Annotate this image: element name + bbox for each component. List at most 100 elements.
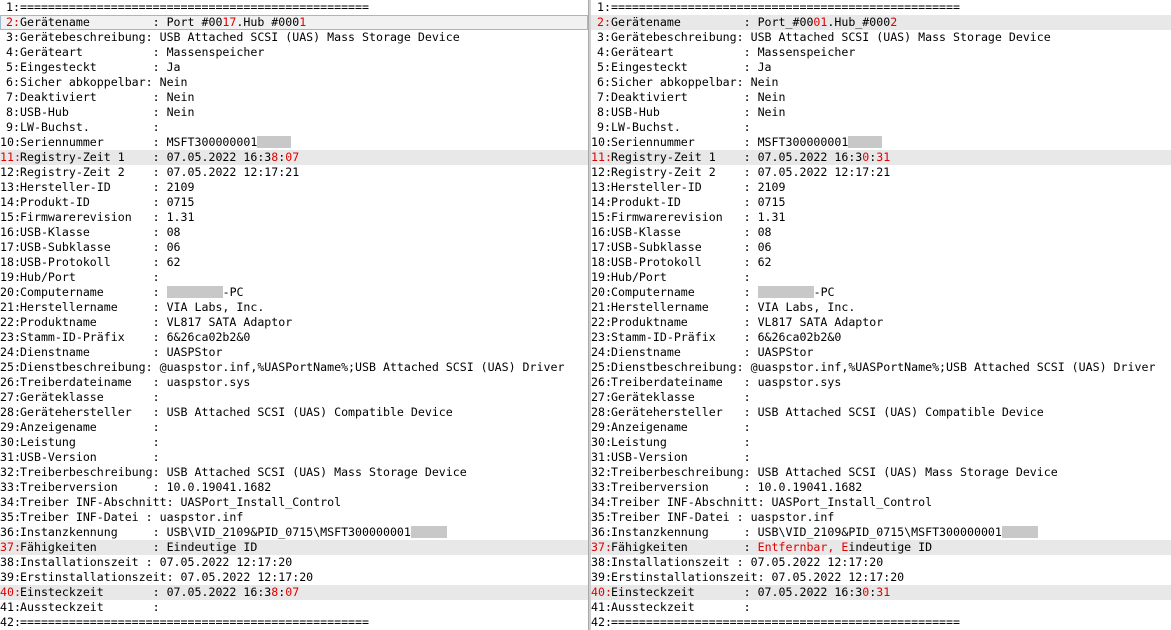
text-line[interactable]: 4:Geräteart : Massenspeicher <box>591 45 1171 60</box>
right-compare-pane[interactable]: 1:======================================… <box>591 0 1171 630</box>
line-number: 15: <box>591 210 612 224</box>
text-line[interactable]: 9:LW-Buchst. : <box>591 120 1171 135</box>
text-line[interactable]: 26:Treiberdateiname : uaspstor.sys <box>591 375 1171 390</box>
text-line[interactable]: 3:Gerätebeschreibung: USB Attached SCSI … <box>591 30 1171 45</box>
text-line[interactable]: 33:Treiberversion : 10.0.19041.1682 <box>0 480 588 495</box>
text-line[interactable]: 8:USB-Hub : Nein <box>591 105 1171 120</box>
text-line[interactable]: 29:Anzeigename : <box>591 420 1171 435</box>
line-text: Dienstbeschreibung: @uaspstor.inf,%UASPo… <box>20 360 565 374</box>
text-line[interactable]: 21:Herstellername : VIA Labs, Inc. <box>0 300 588 315</box>
text-line[interactable]: 40:Einsteckzeit : 07.05.2022 16:30:31 <box>591 585 1171 600</box>
line-number: 16: <box>591 225 612 239</box>
text-line[interactable]: 22:Produktname : VL817 SATA Adaptor <box>0 315 588 330</box>
text-line[interactable]: 42:=====================================… <box>591 615 1171 630</box>
diff-highlight: 17 <box>222 15 237 29</box>
text-line[interactable]: 36:Instanzkennung : USB\VID_2109&PID_071… <box>591 525 1171 540</box>
line-text: Leistung : <box>20 435 160 449</box>
text-line[interactable]: 9:LW-Buchst. : <box>0 120 588 135</box>
text-line[interactable]: 39:Erstinstallationszeit: 07.05.2022 12:… <box>591 570 1171 585</box>
text-line[interactable]: 13:Hersteller-ID : 2109 <box>0 180 588 195</box>
text-line[interactable]: 17:USB-Subklasse : 06 <box>0 240 588 255</box>
text-line[interactable]: 4:Geräteart : Massenspeicher <box>0 45 588 60</box>
text-line[interactable]: 2:Gerätename : Port #0017.Hub #0001 <box>0 15 588 30</box>
text-line[interactable]: 31:USB-Version : <box>591 450 1171 465</box>
text-line[interactable]: 23:Stamm-ID-Präfix : 6&26ca02b2&0 <box>591 330 1171 345</box>
text-line[interactable]: 11:Registry-Zeit 1 : 07.05.2022 16:38:07 <box>0 150 588 165</box>
line-number: 42: <box>0 615 21 629</box>
text-line[interactable]: 20:Computername : -PC <box>0 285 588 300</box>
text-line[interactable]: 37:Fähigkeiten : Entfernbar, Eindeutige … <box>591 540 1171 555</box>
line-number: 18: <box>0 255 21 269</box>
redacted-value <box>848 136 883 148</box>
text-line[interactable]: 12:Registry-Zeit 2 : 07.05.2022 12:17:21 <box>591 165 1171 180</box>
text-line[interactable]: 17:USB-Subklasse : 06 <box>591 240 1171 255</box>
text-line[interactable]: 24:Dienstname : UASPStor <box>0 345 588 360</box>
line-text: USB-Protokoll : 62 <box>20 255 181 269</box>
redacted-value <box>257 136 292 148</box>
text-line[interactable]: 18:USB-Protokoll : 62 <box>591 255 1171 270</box>
text-line[interactable]: 2:Gerätename : Port_#0001.Hub_#0002 <box>591 15 1171 30</box>
text-line[interactable]: 39:Erstinstallationszeit: 07.05.2022 12:… <box>0 570 588 585</box>
text-line[interactable]: 15:Firmwarerevision : 1.31 <box>591 210 1171 225</box>
text-line[interactable]: 41:Aussteckzeit : <box>0 600 588 615</box>
text-line[interactable]: 35:Treiber INF-Datei : uaspstor.inf <box>0 510 588 525</box>
text-line[interactable]: 19:Hub/Port : <box>0 270 588 285</box>
left-compare-pane[interactable]: 1:======================================… <box>0 0 588 630</box>
text-line[interactable]: 5:Eingesteckt : Ja <box>0 60 588 75</box>
text-line[interactable]: 37:Fähigkeiten : Eindeutige ID <box>0 540 588 555</box>
text-line[interactable]: 38:Installationszeit : 07.05.2022 12:17:… <box>0 555 588 570</box>
text-line[interactable]: 32:Treiberbeschreibung: USB Attached SCS… <box>0 465 588 480</box>
text-line[interactable]: 25:Dienstbeschreibung: @uaspstor.inf,%UA… <box>0 360 588 375</box>
text-line[interactable]: 40:Einsteckzeit : 07.05.2022 16:38:07 <box>0 585 588 600</box>
text-line[interactable]: 33:Treiberversion : 10.0.19041.1682 <box>591 480 1171 495</box>
text-line[interactable]: 13:Hersteller-ID : 2109 <box>591 180 1171 195</box>
text-line[interactable]: 28:Gerätehersteller : USB Attached SCSI … <box>0 405 588 420</box>
text-line[interactable]: 5:Eingesteckt : Ja <box>591 60 1171 75</box>
text-line[interactable]: 30:Leistung : <box>591 435 1171 450</box>
text-line[interactable]: 31:USB-Version : <box>0 450 588 465</box>
text-line[interactable]: 34:Treiber INF-Abschnitt: UASPort_Instal… <box>591 495 1171 510</box>
text-line[interactable]: 21:Herstellername : VIA Labs, Inc. <box>591 300 1171 315</box>
text-line[interactable]: 10:Seriennummer : MSFT300000001 <box>0 135 588 150</box>
text-line[interactable]: 14:Produkt-ID : 0715 <box>0 195 588 210</box>
text-line[interactable]: 22:Produktname : VL817 SATA Adaptor <box>591 315 1171 330</box>
text-line[interactable]: 3:Gerätebeschreibung: USB Attached SCSI … <box>0 30 588 45</box>
text-line[interactable]: 28:Gerätehersteller : USB Attached SCSI … <box>591 405 1171 420</box>
line-number: 42: <box>591 615 612 629</box>
text-line[interactable]: 15:Firmwarerevision : 1.31 <box>0 210 588 225</box>
text-line[interactable]: 38:Installationszeit : 07.05.2022 12:17:… <box>591 555 1171 570</box>
text-line[interactable]: 16:USB-Klasse : 08 <box>591 225 1171 240</box>
text-line[interactable]: 1:======================================… <box>0 0 588 15</box>
text-line[interactable]: 25:Dienstbeschreibung: @uaspstor.inf,%UA… <box>591 360 1171 375</box>
text-line[interactable]: 36:Instanzkennung : USB\VID_2109&PID_071… <box>0 525 588 540</box>
text-line[interactable]: 27:Geräteklasse : <box>591 390 1171 405</box>
text-line[interactable]: 20:Computername : -PC <box>591 285 1171 300</box>
text-line[interactable]: 34:Treiber INF-Abschnitt: UASPort_Instal… <box>0 495 588 510</box>
text-line[interactable]: 26:Treiberdateiname : uaspstor.sys <box>0 375 588 390</box>
diff-highlight: 31 <box>876 585 891 599</box>
text-line[interactable]: 18:USB-Protokoll : 62 <box>0 255 588 270</box>
text-line[interactable]: 30:Leistung : <box>0 435 588 450</box>
text-line[interactable]: 1:======================================… <box>591 0 1171 15</box>
text-line[interactable]: 32:Treiberbeschreibung: USB Attached SCS… <box>591 465 1171 480</box>
text-line[interactable]: 10:Seriennummer : MSFT300000001 <box>591 135 1171 150</box>
text-line[interactable]: 27:Geräteklasse : <box>0 390 588 405</box>
text-line[interactable]: 41:Aussteckzeit : <box>591 600 1171 615</box>
text-line[interactable]: 7:Deaktiviert : Nein <box>591 90 1171 105</box>
line-text: Produkt-ID : 0715 <box>611 195 786 209</box>
text-line[interactable]: 6:Sicher abkoppelbar: Nein <box>591 75 1171 90</box>
text-line[interactable]: 7:Deaktiviert : Nein <box>0 90 588 105</box>
text-line[interactable]: 14:Produkt-ID : 0715 <box>591 195 1171 210</box>
text-line[interactable]: 8:USB-Hub : Nein <box>0 105 588 120</box>
text-line[interactable]: 6:Sicher abkoppelbar: Nein <box>0 75 588 90</box>
text-line[interactable]: 29:Anzeigename : <box>0 420 588 435</box>
text-line[interactable]: 23:Stamm-ID-Präfix : 6&26ca02b2&0 <box>0 330 588 345</box>
text-line[interactable]: 42:=====================================… <box>0 615 588 630</box>
text-line[interactable]: 24:Dienstname : UASPStor <box>591 345 1171 360</box>
text-line[interactable]: 19:Hub/Port : <box>591 270 1171 285</box>
text-line[interactable]: 11:Registry-Zeit 1 : 07.05.2022 16:30:31 <box>591 150 1171 165</box>
line-number: 10: <box>591 135 612 149</box>
text-line[interactable]: 16:USB-Klasse : 08 <box>0 225 588 240</box>
text-line[interactable]: 12:Registry-Zeit 2 : 07.05.2022 12:17:21 <box>0 165 588 180</box>
text-line[interactable]: 35:Treiber INF-Datei : uaspstor.inf <box>591 510 1171 525</box>
